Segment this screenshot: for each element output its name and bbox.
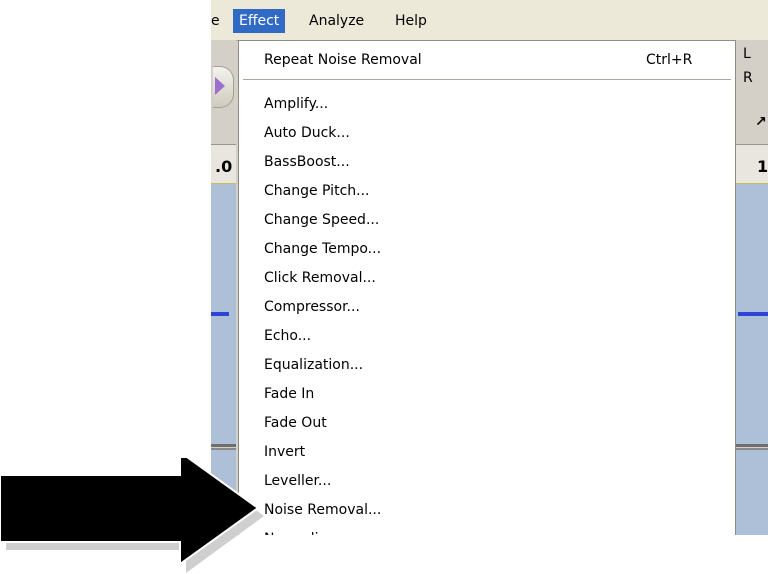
menu-item-leveller[interactable]: Leveller... (239, 467, 735, 496)
menu-item-fade-out[interactable]: Fade Out (239, 409, 735, 438)
menu-item-label: Invert (264, 444, 306, 460)
menu-item-repeat-noise-removal[interactable]: Repeat Noise Removal Ctrl+R (239, 46, 735, 75)
waveform-right (738, 312, 768, 316)
menu-item-echo[interactable]: Echo... (239, 322, 735, 351)
annotation-arrow-icon (0, 458, 264, 573)
menu-effect[interactable]: Effect (233, 9, 286, 33)
menu-item-change-speed[interactable]: Change Speed... (239, 206, 735, 235)
menu-item-change-pitch[interactable]: Change Pitch... (239, 177, 735, 206)
skip-end-icon (215, 77, 225, 95)
menu-item-change-tempo[interactable]: Change Tempo... (239, 235, 735, 264)
ruler-label-right: 1 (757, 157, 768, 176)
waveform-left (211, 312, 229, 316)
menu-item-equalization[interactable]: Equalization... (239, 351, 735, 380)
menu-item-label: Echo... (264, 328, 312, 344)
menu-item-shortcut: Ctrl+R (646, 52, 693, 68)
menu-item-click-removal[interactable]: Click Removal... (239, 264, 735, 293)
menu-item-label: Leveller... (264, 473, 332, 489)
menu-item-normalize[interactable]: Normalize... (239, 525, 735, 535)
menubar: e Effect Analyze Help (211, 0, 768, 41)
meter-toolbar: L R ↗ (735, 40, 768, 130)
menu-item-label: Noise Removal... (264, 502, 382, 518)
menu-item-noise-removal[interactable]: Noise Removal... (239, 496, 735, 525)
timeline-ruler-left[interactable]: .0 (211, 144, 236, 185)
menu-item-invert[interactable]: Invert (239, 438, 735, 467)
menu-item-label: Fade In (264, 386, 315, 402)
menu-item-label: Fade Out (264, 415, 327, 431)
menu-item-fade-in[interactable]: Fade In (239, 380, 735, 409)
effect-menu-dropdown: Repeat Noise Removal Ctrl+R Amplify... A… (238, 40, 736, 535)
menu-item-label: Change Pitch... (264, 183, 370, 199)
menu-item-bassboost[interactable]: BassBoost... (239, 148, 735, 177)
menu-item-label: Repeat Noise Removal (264, 52, 422, 68)
menu-item-label: Click Removal... (264, 270, 376, 286)
menu-item-label: BassBoost... (264, 154, 350, 170)
menu-item-label: Change Tempo... (264, 241, 382, 257)
menu-help[interactable]: Help (389, 9, 433, 33)
ruler-label-left: .0 (215, 157, 233, 176)
cursor-tool-icon[interactable]: ↗ (755, 114, 767, 130)
menu-file-partial[interactable]: e (211, 9, 226, 33)
skip-end-button[interactable] (213, 66, 234, 108)
menu-item-label: Compressor... (264, 299, 360, 315)
timeline-ruler-right[interactable]: 1 (735, 144, 768, 185)
right-channel-label: R (743, 70, 753, 86)
menu-analyze[interactable]: Analyze (303, 9, 370, 33)
audio-track-right-lower[interactable] (735, 448, 768, 535)
menu-item-label: Amplify... (264, 96, 329, 112)
menu-item-compressor[interactable]: Compressor... (239, 293, 735, 322)
menu-item-amplify[interactable]: Amplify... (239, 90, 735, 119)
menu-item-label: Normalize... (264, 525, 348, 535)
menu-separator (243, 79, 731, 80)
menu-item-label: Change Speed... (264, 212, 380, 228)
menu-item-label: Equalization... (264, 357, 364, 373)
menu-item-label: Auto Duck... (264, 125, 350, 141)
audacity-window: e Effect Analyze Help L R ↗ .0 1 Repeat … (211, 0, 768, 535)
menu-item-auto-duck[interactable]: Auto Duck... (239, 119, 735, 148)
left-channel-label: L (743, 46, 751, 62)
